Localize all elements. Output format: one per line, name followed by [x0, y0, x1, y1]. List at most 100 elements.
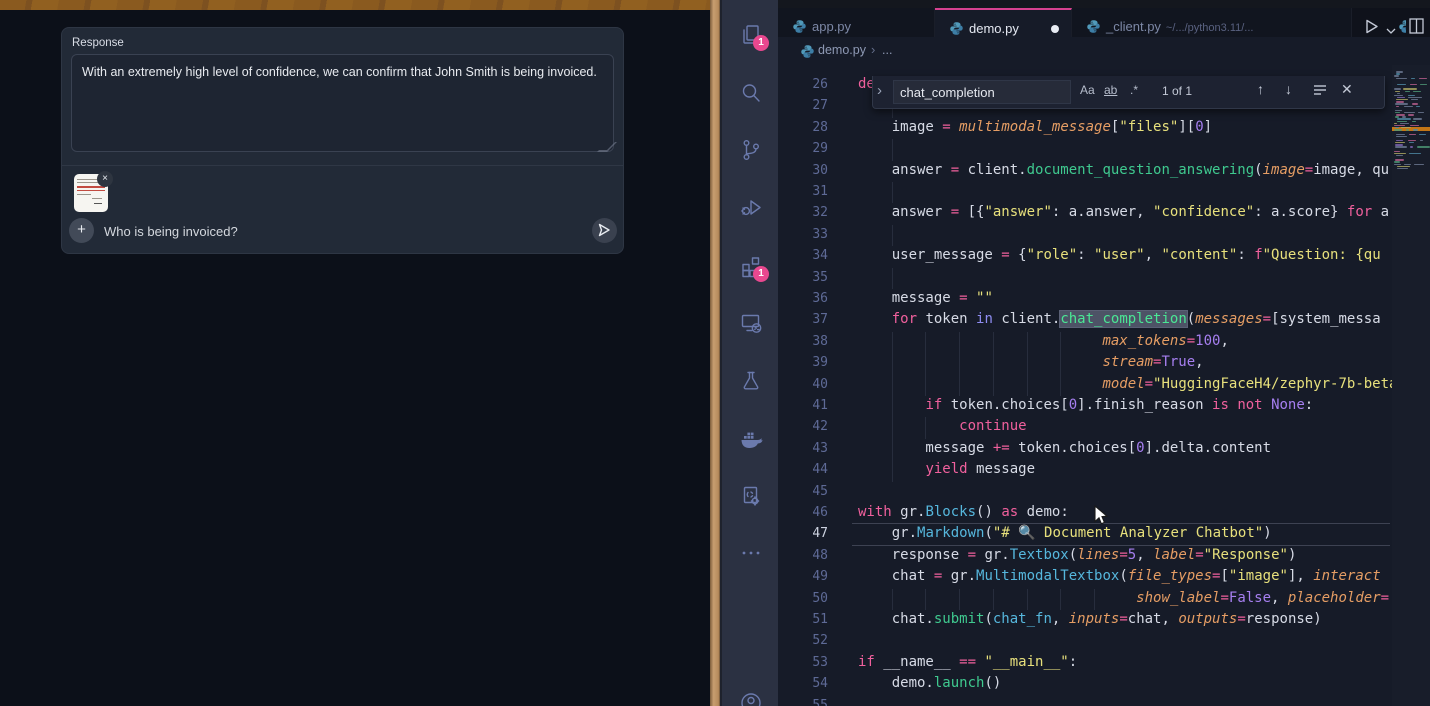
code-text: with gr.Blocks() as demo: — [858, 504, 1069, 520]
previous-match-icon[interactable]: ↑ — [1257, 81, 1264, 97]
line-number: 54 — [778, 676, 828, 691]
line-number: 28 — [778, 120, 828, 135]
code-line-50[interactable]: 50 show_label=False, placeholder= — [778, 589, 1392, 610]
code-line-35[interactable]: 35 — [778, 268, 1392, 289]
remove-attachment-icon[interactable]: × — [97, 171, 113, 187]
whole-word-icon[interactable]: ab — [1104, 83, 1117, 97]
code-line-45[interactable]: 45 — [778, 482, 1392, 503]
code-line-31[interactable]: 31 — [778, 182, 1392, 203]
code-text: answer = client.document_question_answer… — [858, 162, 1389, 178]
line-number: 55 — [778, 698, 828, 706]
code-line-48[interactable]: 48 response = gr.Textbox(lines=5, label=… — [778, 546, 1392, 567]
code-line-34[interactable]: 34 user_message = {"role": "user", "cont… — [778, 246, 1392, 267]
line-number: 32 — [778, 205, 828, 220]
line-number: 30 — [778, 163, 828, 178]
gradio-app-window: Response × + Who is being invoiced? — [0, 0, 710, 706]
code-line-52[interactable]: 52 — [778, 631, 1392, 652]
line-number: 53 — [778, 655, 828, 670]
code-line-46[interactable]: 46with gr.Blocks() as demo: — [778, 503, 1392, 524]
activity-run-debug-icon[interactable] — [722, 184, 780, 232]
line-number: 52 — [778, 633, 828, 648]
activity-more-icon[interactable] — [722, 529, 780, 577]
code-text: gr.Markdown("# 🔍 Document Analyzer Chatb… — [858, 525, 1272, 541]
code-text: if __name__ == "__main__": — [858, 654, 1077, 670]
code-line-53[interactable]: 53 if __name__ == "__main__": — [778, 653, 1392, 674]
regex-icon[interactable]: .* — [1130, 83, 1138, 97]
code-line-44[interactable]: 44 yield message — [778, 460, 1392, 481]
code-line-30[interactable]: 30 answer = client.document_question_ans… — [778, 161, 1392, 182]
breadcrumb-separator-icon: › — [871, 42, 875, 57]
tab-description: ~/.../python3.11/... — [1166, 22, 1254, 34]
find-in-selection-icon[interactable] — [1313, 83, 1327, 99]
code-line-29[interactable]: 29 — [778, 139, 1392, 160]
breadcrumb-more[interactable]: ... — [882, 43, 892, 57]
code-line-32[interactable]: 32 answer = [{"answer": a.answer, "confi… — [778, 203, 1392, 224]
minimap[interactable] — [1392, 65, 1430, 706]
line-number: 40 — [778, 377, 828, 392]
find-input[interactable] — [893, 80, 1071, 104]
line-number: 44 — [778, 462, 828, 477]
code-line-37[interactable]: 37 for token in client.chat_completion(m… — [778, 310, 1392, 331]
line-number: 41 — [778, 398, 828, 413]
badge: 1 — [753, 266, 769, 282]
code-line-54[interactable]: 54 demo.launch() — [778, 674, 1392, 695]
python-file-icon — [800, 44, 815, 64]
code-text: image = multimodal_message["files"][0] — [858, 119, 1212, 135]
tab-label: _client.py~/.../python3.11/... — [1106, 19, 1253, 34]
code-line-36[interactable]: 36 message = "" — [778, 289, 1392, 310]
vscode-top-edge — [720, 0, 1430, 8]
code-line-42[interactable]: 42 continue — [778, 417, 1392, 438]
activity-explorer-icon[interactable]: 1 — [722, 11, 780, 59]
code-line-43[interactable]: 43 message += token.choices[0].delta.con… — [778, 439, 1392, 460]
line-number: 38 — [778, 334, 828, 349]
line-number: 50 — [778, 591, 828, 606]
send-icon[interactable] — [592, 218, 617, 243]
response-label: Response — [72, 37, 124, 49]
find-widget: › Aa ab .* 1 of 1 ↑ ↓ ✕ — [872, 76, 1385, 109]
line-number: 39 — [778, 355, 828, 370]
breadcrumb: demo.py › ... — [778, 37, 1430, 65]
code-line-47[interactable]: 47 gr.Markdown("# 🔍 Document Analyzer Ch… — [778, 524, 1392, 545]
code-line-41[interactable]: 41 if token.choices[0].finish_reason is … — [778, 396, 1392, 417]
code-text: yield message — [858, 461, 1035, 477]
code-text: chat.submit(chat_fn, inputs=chat, output… — [858, 611, 1322, 627]
toggle-replace-icon[interactable]: › — [877, 82, 882, 99]
code-line-39[interactable]: 39 stream=True, — [778, 353, 1392, 374]
code-line-28[interactable]: 28 image = multimodal_message["files"][0… — [778, 118, 1392, 139]
activity-project-config-icon[interactable] — [722, 472, 780, 520]
code-editor[interactable]: 26def2728 image = multimodal_message["fi… — [778, 65, 1392, 706]
code-text: message += token.choices[0].delta.conten… — [858, 440, 1271, 456]
next-match-icon[interactable]: ↓ — [1285, 81, 1292, 97]
activity-search-icon[interactable] — [722, 69, 780, 117]
code-line-33[interactable]: 33 — [778, 225, 1392, 246]
activity-account-icon[interactable] — [722, 679, 780, 706]
split-editor-icon[interactable] — [1409, 18, 1424, 39]
line-number: 49 — [778, 569, 828, 584]
activity-docker-icon[interactable] — [722, 415, 780, 463]
code-line-38[interactable]: 38 max_tokens=100, — [778, 332, 1392, 353]
activity-testing-icon[interactable] — [722, 357, 780, 405]
line-number: 33 — [778, 227, 828, 242]
activity-remote-explorer-icon[interactable] — [722, 299, 780, 347]
code-line-40[interactable]: 40 model="HuggingFaceH4/zephyr-7b-beta — [778, 375, 1392, 396]
code-text: show_label=False, placeholder= — [858, 590, 1389, 606]
match-case-icon[interactable]: Aa — [1080, 83, 1095, 97]
chat-input-placeholder[interactable]: Who is being invoiced? — [104, 224, 238, 239]
add-file-icon[interactable]: + — [69, 218, 94, 243]
code-line-55[interactable]: 55 — [778, 696, 1392, 706]
mouse-cursor — [1094, 505, 1110, 532]
activity-extensions-icon[interactable]: 1 — [722, 242, 780, 290]
line-number: 37 — [778, 312, 828, 327]
close-icon[interactable]: ✕ — [1341, 81, 1353, 98]
line-number: 35 — [778, 270, 828, 285]
code-line-49[interactable]: 49 chat = gr.MultimodalTextbox(file_type… — [778, 567, 1392, 588]
screen: Response × + Who is being invoiced? — [0, 0, 1430, 706]
activity-source-control-icon[interactable] — [722, 126, 780, 174]
code-text: stream=True, — [858, 354, 1204, 370]
line-number: 26 — [778, 77, 828, 92]
window-divider[interactable] — [710, 0, 720, 706]
code-line-51[interactable]: 51 chat.submit(chat_fn, inputs=chat, out… — [778, 610, 1392, 631]
response-textarea[interactable] — [71, 54, 614, 152]
tab-label: demo.py — [969, 21, 1019, 36]
breadcrumb-file[interactable]: demo.py — [818, 43, 866, 57]
